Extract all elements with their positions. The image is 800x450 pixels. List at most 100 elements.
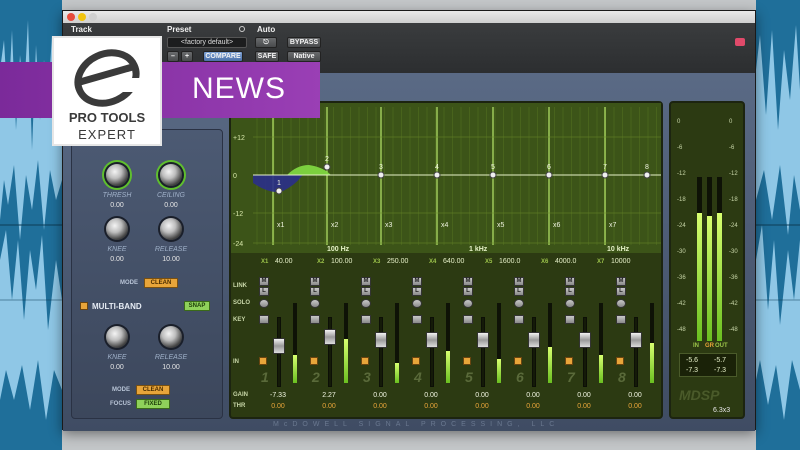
band-mute-button[interactable]: M bbox=[310, 277, 320, 286]
eq-graph[interactable]: +12 0 -12 -24 1 2 3 4 5 6 7 8 x1 x2 x3 x4 x5 x6 x7 100 Hz 1 … bbox=[231, 103, 661, 253]
multiband-release-knob[interactable] bbox=[160, 326, 182, 348]
crossover-value[interactable]: 1600.0 bbox=[499, 258, 520, 265]
record-indicator-icon[interactable] bbox=[735, 38, 745, 46]
knee-knob[interactable] bbox=[106, 218, 128, 240]
meter-tick-left: -18 bbox=[677, 197, 686, 203]
band-gain-value[interactable]: 0.00 bbox=[465, 392, 499, 399]
band-in-button[interactable] bbox=[310, 357, 318, 365]
band-mute-button[interactable]: M bbox=[463, 277, 473, 286]
band-gain-value[interactable]: 0.00 bbox=[363, 392, 397, 399]
band-key-button[interactable] bbox=[616, 315, 626, 324]
band-key-button[interactable] bbox=[514, 315, 524, 324]
band-gain-value[interactable]: 0.00 bbox=[414, 392, 448, 399]
band-fader[interactable] bbox=[630, 332, 642, 349]
band-in-button[interactable] bbox=[565, 357, 573, 365]
band-solo-button[interactable] bbox=[361, 299, 371, 308]
band-in-button[interactable] bbox=[463, 357, 471, 365]
band-solo-button[interactable] bbox=[310, 299, 320, 308]
band-fader[interactable] bbox=[579, 332, 591, 349]
focus-select[interactable]: FIXED bbox=[136, 399, 170, 409]
band-link-button[interactable]: L bbox=[361, 287, 371, 296]
compare-button[interactable]: COMPARE bbox=[203, 51, 243, 62]
band-in-button[interactable] bbox=[514, 357, 522, 365]
mode-select[interactable]: CLEAN bbox=[144, 278, 178, 288]
band-gain-value[interactable]: 2.27 bbox=[312, 392, 346, 399]
band-threshold-value[interactable]: 0.00 bbox=[414, 403, 448, 410]
band-gain-value[interactable]: 0.00 bbox=[567, 392, 601, 399]
band-in-button[interactable] bbox=[361, 357, 369, 365]
band-in-button[interactable] bbox=[259, 357, 267, 365]
band-threshold-value[interactable]: 0.00 bbox=[312, 403, 346, 410]
band-mute-button[interactable]: M bbox=[412, 277, 422, 286]
multiband-mode-select[interactable]: CLEAN bbox=[136, 385, 170, 395]
band-fader[interactable] bbox=[273, 337, 285, 354]
band-gain-value[interactable]: 0.00 bbox=[516, 392, 550, 399]
bypass-button[interactable]: BYPASS bbox=[287, 37, 321, 48]
band-solo-button[interactable] bbox=[259, 299, 269, 308]
band-link-button[interactable]: L bbox=[310, 287, 320, 296]
band-key-button[interactable] bbox=[463, 315, 473, 324]
crossover-value[interactable]: 4000.0 bbox=[555, 258, 576, 265]
band-solo-button[interactable] bbox=[565, 299, 575, 308]
crossover-value[interactable]: 640.00 bbox=[443, 258, 464, 265]
native-button[interactable]: Native bbox=[287, 51, 321, 62]
preset-minus-button[interactable]: – bbox=[167, 51, 179, 62]
band-threshold-value[interactable]: 0.00 bbox=[261, 403, 295, 410]
band-fader[interactable] bbox=[324, 328, 336, 345]
band-threshold-value[interactable]: 0.00 bbox=[363, 403, 397, 410]
zoom-window-icon[interactable] bbox=[89, 13, 97, 21]
band-gain-value[interactable]: 0.00 bbox=[618, 392, 652, 399]
band-mute-button[interactable]: M bbox=[514, 277, 524, 286]
band-fader[interactable] bbox=[528, 332, 540, 349]
band-in-button[interactable] bbox=[412, 357, 420, 365]
meter-fill bbox=[697, 213, 702, 341]
thresh-knob[interactable] bbox=[106, 164, 128, 186]
band-gain-value[interactable]: -7.33 bbox=[261, 392, 295, 399]
band-key-button[interactable] bbox=[259, 315, 269, 324]
release-knob[interactable] bbox=[160, 218, 182, 240]
band-mute-button[interactable]: M bbox=[361, 277, 371, 286]
band-level-fill bbox=[650, 343, 654, 383]
ceiling-knob[interactable] bbox=[160, 164, 182, 186]
band-key-button[interactable] bbox=[412, 315, 422, 324]
band-link-button[interactable]: L bbox=[412, 287, 422, 296]
band-solo-button[interactable] bbox=[412, 299, 422, 308]
band-threshold-value[interactable]: 0.00 bbox=[516, 403, 550, 410]
snap-button[interactable]: SNAP bbox=[184, 301, 210, 311]
band-mute-button[interactable]: M bbox=[259, 277, 269, 286]
preset-select[interactable]: <factory default> bbox=[167, 37, 247, 48]
band-threshold-value[interactable]: 0.00 bbox=[567, 403, 601, 410]
band-fader[interactable] bbox=[426, 332, 438, 349]
preset-plus-button[interactable]: + bbox=[181, 51, 193, 62]
band-fader[interactable] bbox=[477, 332, 489, 349]
band-in-button[interactable] bbox=[616, 357, 624, 365]
crossover-value[interactable]: 10000 bbox=[611, 258, 630, 265]
minimize-window-icon[interactable] bbox=[78, 13, 86, 21]
crossover-value[interactable]: 100.00 bbox=[331, 258, 352, 265]
band-key-button[interactable] bbox=[565, 315, 575, 324]
band-solo-button[interactable] bbox=[514, 299, 524, 308]
out-meter-label: OUT bbox=[715, 343, 728, 349]
close-window-icon[interactable] bbox=[67, 13, 75, 21]
multiband-knee-knob[interactable] bbox=[106, 326, 128, 348]
band-link-button[interactable]: L bbox=[514, 287, 524, 296]
band-fader[interactable] bbox=[375, 332, 387, 349]
band-solo-button[interactable] bbox=[616, 299, 626, 308]
band-link-button[interactable]: L bbox=[463, 287, 473, 296]
band-key-button[interactable] bbox=[361, 315, 371, 324]
crossover-value[interactable]: 250.00 bbox=[387, 258, 408, 265]
band-mute-button[interactable]: M bbox=[616, 277, 626, 286]
band-link-button[interactable]: L bbox=[616, 287, 626, 296]
band-threshold-value[interactable]: 0.00 bbox=[465, 403, 499, 410]
band-threshold-value[interactable]: 0.00 bbox=[618, 403, 652, 410]
band-mute-button[interactable]: M bbox=[565, 277, 575, 286]
band-key-button[interactable] bbox=[310, 315, 320, 324]
crossover-value[interactable]: 40.00 bbox=[275, 258, 293, 265]
band-solo-button[interactable] bbox=[463, 299, 473, 308]
safe-button[interactable]: SAFE bbox=[255, 51, 279, 62]
multiband-toggle[interactable] bbox=[80, 302, 88, 310]
band-link-button[interactable]: L bbox=[565, 287, 575, 296]
focus-label: FOCUS bbox=[110, 401, 131, 407]
band-link-button[interactable]: L bbox=[259, 287, 269, 296]
preset-library-icon[interactable]: ⎋ bbox=[255, 37, 277, 48]
